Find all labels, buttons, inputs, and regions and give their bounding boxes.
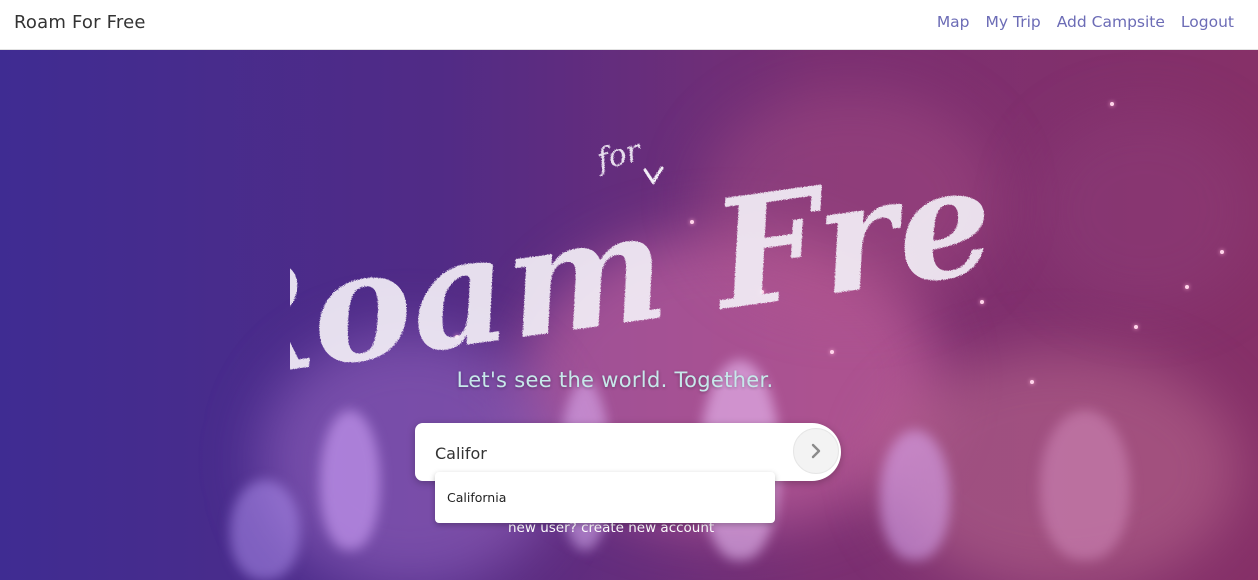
nav-links: Map My Trip Add Campsite Logout	[937, 13, 1234, 31]
nav-link-map[interactable]: Map	[937, 13, 970, 31]
brand-link[interactable]: Roam For Free	[14, 12, 146, 33]
autocomplete-option[interactable]: California	[447, 490, 506, 505]
nav-link-logout[interactable]: Logout	[1181, 13, 1234, 31]
destination-search-input[interactable]	[433, 437, 777, 469]
nav-link-add-campsite[interactable]: Add Campsite	[1057, 13, 1165, 31]
search-submit-button[interactable]	[793, 428, 839, 474]
background-glow	[1030, 110, 1258, 310]
flame-shape	[320, 410, 380, 550]
flame-shape	[1040, 410, 1130, 560]
tagline: Let's see the world. Together.	[456, 368, 774, 392]
ember-spark	[1110, 102, 1114, 106]
chevron-right-icon	[811, 443, 821, 459]
flame-shape	[880, 430, 950, 560]
ember-spark	[1220, 250, 1224, 254]
hero-section: Roam Free for Let's see the world. Toget…	[0, 50, 1258, 580]
logo-small-text: for	[592, 133, 646, 178]
ember-spark	[1185, 285, 1189, 289]
roam-free-logo: Roam Free for	[290, 120, 990, 380]
flame-shape	[230, 480, 300, 580]
navbar: Roam For Free Map My Trip Add Campsite L…	[0, 0, 1258, 50]
nav-link-my-trip[interactable]: My Trip	[986, 13, 1041, 31]
ember-spark	[1134, 325, 1138, 329]
autocomplete-dropdown: California	[435, 472, 775, 523]
